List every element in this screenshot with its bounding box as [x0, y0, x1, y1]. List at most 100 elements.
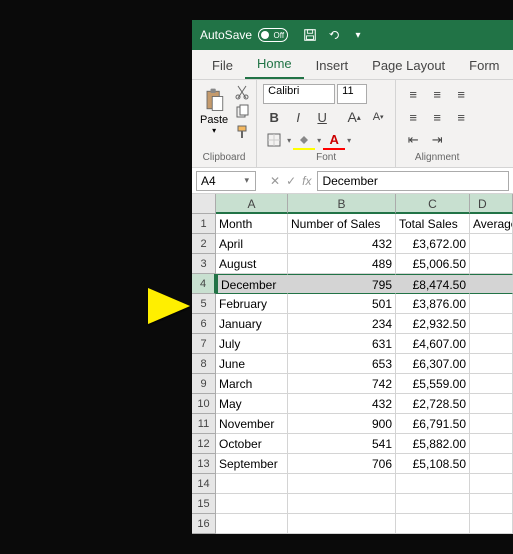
underline-button[interactable]: U	[311, 107, 333, 127]
cell[interactable]	[216, 494, 288, 514]
cell[interactable]: Number of Sales	[288, 214, 396, 234]
cell[interactable]: £2,932.50	[396, 314, 470, 334]
tab-home[interactable]: Home	[245, 50, 304, 79]
cell[interactable]	[216, 514, 288, 534]
cell[interactable]	[288, 514, 396, 534]
name-box[interactable]: A4 ▾	[196, 171, 256, 191]
cell[interactable]: November	[216, 414, 288, 434]
cell[interactable]: £4,607.00	[396, 334, 470, 354]
align-middle-icon[interactable]: ≡	[426, 84, 448, 104]
row-header[interactable]: 2	[192, 234, 216, 254]
borders-button[interactable]	[263, 130, 285, 150]
align-bottom-icon[interactable]: ≡	[450, 84, 472, 104]
cell[interactable]: March	[216, 374, 288, 394]
cell[interactable]: July	[216, 334, 288, 354]
accept-formula-icon[interactable]: ✓	[286, 174, 296, 188]
cell[interactable]: 489	[288, 254, 396, 274]
row-header[interactable]: 3	[192, 254, 216, 274]
cell[interactable]: Month	[216, 214, 288, 234]
cell[interactable]: October	[216, 434, 288, 454]
save-icon[interactable]	[302, 27, 318, 43]
cell[interactable]	[288, 474, 396, 494]
format-painter-icon[interactable]	[234, 124, 250, 140]
cell[interactable]	[470, 494, 513, 514]
cell[interactable]: 432	[288, 234, 396, 254]
col-header-A[interactable]: A	[216, 194, 288, 214]
cell[interactable]: £5,108.50	[396, 454, 470, 474]
cell[interactable]: Average	[470, 214, 513, 234]
cell[interactable]	[470, 354, 513, 374]
cell[interactable]: 432	[288, 394, 396, 414]
row-header[interactable]: 5	[192, 294, 216, 314]
cell[interactable]: 706	[288, 454, 396, 474]
cell[interactable]	[470, 394, 513, 414]
decrease-indent-icon[interactable]: ⇤	[402, 130, 424, 150]
autosave-toggle[interactable]: Off	[258, 28, 288, 42]
cell[interactable]: 795	[288, 274, 396, 294]
cell[interactable]	[470, 374, 513, 394]
cancel-formula-icon[interactable]: ✕	[270, 174, 280, 188]
row-header[interactable]: 8	[192, 354, 216, 374]
cell[interactable]: June	[216, 354, 288, 374]
grow-font-icon[interactable]: A▴	[343, 107, 365, 127]
cell[interactable]: August	[216, 254, 288, 274]
align-center-icon[interactable]: ≡	[426, 107, 448, 127]
cell[interactable]: £8,474.50	[396, 274, 470, 294]
col-header-C[interactable]: C	[396, 194, 470, 214]
fx-icon[interactable]: fx	[302, 174, 311, 188]
cell[interactable]: January	[216, 314, 288, 334]
font-size-select[interactable]: 11	[337, 84, 367, 104]
cell[interactable]	[470, 254, 513, 274]
row-header[interactable]: 7	[192, 334, 216, 354]
cell[interactable]: Total Sales	[396, 214, 470, 234]
row-header[interactable]: 16	[192, 514, 216, 534]
font-color-button[interactable]: A	[323, 130, 345, 150]
copy-icon[interactable]	[234, 104, 250, 120]
cell[interactable]: 742	[288, 374, 396, 394]
cell[interactable]: February	[216, 294, 288, 314]
cell[interactable]: 653	[288, 354, 396, 374]
shrink-font-icon[interactable]: A▾	[367, 107, 389, 127]
cell[interactable]: September	[216, 454, 288, 474]
cell[interactable]: £6,791.50	[396, 414, 470, 434]
cell[interactable]: £5,006.50	[396, 254, 470, 274]
row-header[interactable]: 4	[192, 274, 216, 294]
row-header[interactable]: 11	[192, 414, 216, 434]
cell[interactable]	[470, 234, 513, 254]
cell[interactable]	[396, 494, 470, 514]
cell[interactable]	[396, 474, 470, 494]
cell[interactable]	[470, 334, 513, 354]
cell[interactable]	[470, 474, 513, 494]
align-right-icon[interactable]: ≡	[450, 107, 472, 127]
cell[interactable]: 541	[288, 434, 396, 454]
cell[interactable]: £5,559.00	[396, 374, 470, 394]
col-header-B[interactable]: B	[288, 194, 396, 214]
cell[interactable]	[470, 514, 513, 534]
paste-button[interactable]: Paste ▾	[198, 84, 230, 137]
italic-button[interactable]: I	[287, 107, 309, 127]
tab-file[interactable]: File	[200, 52, 245, 79]
cut-icon[interactable]	[234, 84, 250, 100]
cell[interactable]	[216, 474, 288, 494]
formula-bar[interactable]: December	[317, 171, 509, 191]
cell[interactable]	[470, 434, 513, 454]
font-name-select[interactable]: Calibri	[263, 84, 335, 104]
cell[interactable]: April	[216, 234, 288, 254]
cell[interactable]: 234	[288, 314, 396, 334]
fill-color-button[interactable]	[293, 130, 315, 150]
col-header-D[interactable]: D	[470, 194, 513, 214]
row-header[interactable]: 12	[192, 434, 216, 454]
redo-icon[interactable]: ▾	[350, 27, 366, 43]
select-all-corner[interactable]	[192, 194, 216, 214]
cell[interactable]	[470, 274, 513, 294]
cell[interactable]: £6,307.00	[396, 354, 470, 374]
cell[interactable]: £3,876.00	[396, 294, 470, 314]
row-header[interactable]: 15	[192, 494, 216, 514]
bold-button[interactable]: B	[263, 107, 285, 127]
cell[interactable]: £5,882.00	[396, 434, 470, 454]
cell[interactable]: December	[216, 274, 288, 294]
spreadsheet-grid[interactable]: A B C D 1MonthNumber of SalesTotal Sales…	[192, 194, 513, 534]
cell[interactable]	[470, 294, 513, 314]
row-header[interactable]: 6	[192, 314, 216, 334]
cell[interactable]: 900	[288, 414, 396, 434]
